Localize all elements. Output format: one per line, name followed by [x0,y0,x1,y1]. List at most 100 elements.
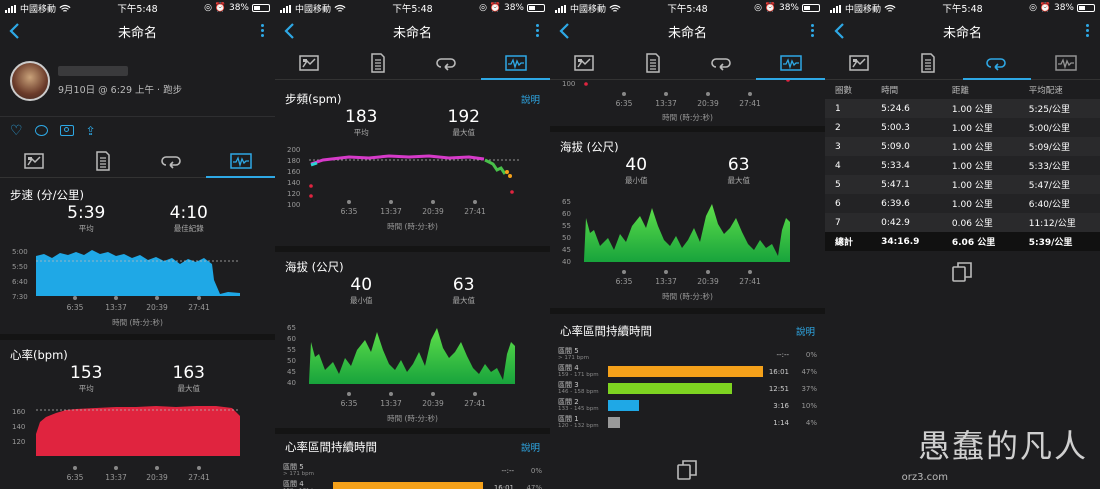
zone-percent: 4% [805,418,817,427]
lap-cell: 5:09.0 [881,141,910,152]
lap-row[interactable]: 3 5:09.0 1.00 公里 5:09/公里 [825,137,1100,156]
hr-max-label: 最大值 [177,384,200,393]
tab-laps[interactable] [688,46,757,79]
back-icon[interactable] [831,22,849,40]
more-menu-icon[interactable] [534,23,540,39]
pace-stats: 5:39 平均 4:10 最佳紀錄 [0,204,275,234]
screen-overview: 中國移動 下午5:48 ◎ ⏰ 38% 未命名 9月10日 @ 6:29 上午 ·… [0,0,275,489]
summary-icon [24,153,44,169]
elev-title: 海拔 (公尺) [560,140,619,154]
tab-laps[interactable] [138,144,207,177]
tab-charts[interactable] [206,144,275,178]
status-bar: 中國移動 下午5:48 ◎ ⏰ 38% [0,0,275,16]
lap-cell: 1.00 公里 [951,124,993,134]
screen-charts: 中國移動 下午5:48 ◎ ⏰ 38% 未命名 步頻(spm) 說明 183 平均 1… [275,0,550,489]
lap-row[interactable]: 2 5:00.3 1.00 公里 5:00/公里 [825,118,1100,137]
elev-min: 40 [625,155,648,175]
cadence-header: 步頻(spm) 說明 [275,90,550,108]
tab-charts[interactable] [481,46,550,80]
tab-details[interactable] [69,144,138,177]
cadence-stats: 183 平均 192 最大值 [275,108,550,138]
tab-summary[interactable] [825,46,894,79]
cadence-ytick: 100 [562,80,576,88]
elev-stats: 40 最小值 63 最大值 [550,156,825,186]
laps-icon [161,153,183,169]
x-tick: 6:35 [329,392,369,408]
lap-cell: 1.00 公里 [951,143,993,153]
share-icon[interactable]: ⇪ [86,124,96,138]
elev-max: 63 [452,275,475,295]
tab-bar [550,46,825,80]
zone-row: 區間 2 133 - 145 bpm 3:16 10% [550,397,825,414]
lap-cell: 5:09/公里 [1028,143,1070,153]
tab-summary[interactable] [275,46,344,79]
x-tick: 13:37 [371,200,411,216]
hrzone-header: 心率區間持續時間 說明 [275,438,550,456]
tab-summary[interactable] [550,46,619,79]
hrzone-help-link[interactable]: 說明 [521,440,540,454]
tab-details[interactable] [619,46,688,79]
x-tick: 20:39 [413,392,453,408]
cadence-chart: 200 180 160 140 120 100 6:35 13:37 20:39… [275,138,550,246]
like-icon[interactable]: ♡ [10,123,23,139]
lap-row[interactable]: 6 6:39.6 1.00 公里 6:40/公里 [825,194,1100,213]
pace-ytick: 7:30 [12,293,28,301]
copy-icon[interactable] [951,261,973,283]
tab-summary[interactable] [0,144,69,177]
pace-avg-label: 平均 [78,224,94,233]
status-bar: 中國移動 下午5:48 ◎ ⏰ 38% [275,0,550,16]
tab-laps[interactable] [413,46,482,79]
hrzone-help-link[interactable]: 說明 [796,324,815,338]
summary-icon [299,55,319,71]
zone-row: 區間 4159 - 171 bpm 16:01 47% [550,363,825,380]
hr-max: 163 [172,363,205,383]
back-icon[interactable] [281,22,299,40]
tab-charts[interactable] [1031,46,1100,79]
document-icon [920,53,936,73]
zone-percent: 47% [801,367,817,376]
charts-icon [780,55,802,71]
x-tick: 20:39 [688,92,728,108]
lap-row[interactable]: 4 5:33.4 1.00 公里 5:33/公里 [825,156,1100,175]
lap-row[interactable]: 1 5:24.6 1.00 公里 5:25/公里 [825,99,1100,118]
lap-row[interactable]: 5 5:47.1 1.00 公里 5:47/公里 [825,175,1100,194]
more-menu-icon[interactable] [259,23,265,39]
lap-cell: 5:25/公里 [1028,105,1070,115]
tab-details[interactable] [894,46,963,79]
back-icon[interactable] [6,22,24,40]
back-icon[interactable] [556,22,574,40]
hr-avg: 153 [70,363,103,383]
cadence-max: 192 [447,107,480,127]
elev-ytick: 40 [562,258,571,266]
comment-icon[interactable] [34,125,48,136]
hr-ytick: 160 [12,408,26,416]
summary-icon [849,55,869,71]
x-tick: 13:37 [96,466,136,482]
charts-icon [505,55,527,71]
lap-total-cell: 總計 [835,238,854,248]
x-tick: 6:35 [55,466,95,482]
elev-ytick: 60 [562,210,571,218]
cadence-ytick: 200 [287,146,301,154]
cadence-max-label: 最大值 [452,128,475,137]
more-menu-icon[interactable] [1084,23,1090,39]
avatar[interactable] [10,61,50,101]
zone-percent: 0% [805,350,817,359]
tab-bar [825,46,1100,80]
cadence-help-link[interactable]: 說明 [521,92,540,106]
tab-charts[interactable] [756,46,825,80]
more-menu-icon[interactable] [809,23,815,39]
copy-icon[interactable] [676,459,698,481]
tab-details[interactable] [344,46,413,79]
zone-range: 159 - 171 bpm [558,371,599,378]
x-tick: 13:37 [371,392,411,408]
cadence-ytick: 100 [287,201,301,209]
tab-laps[interactable] [962,46,1032,80]
summary-icon [574,55,594,71]
lap-row[interactable]: 7 0:42.9 0.06 公里 11:12/公里 [825,213,1100,232]
screen-charts-scrolled: 中國移動 下午5:48 ◎ ⏰ 38% 未命名 100 6:35 13:37 20… [550,0,825,489]
hr-stats: 153 平均 163 最大值 [0,364,275,394]
camera-icon[interactable] [59,125,74,136]
clock: 下午5:48 [392,4,433,15]
watermark: 愚蠢的凡人 [917,427,1088,465]
